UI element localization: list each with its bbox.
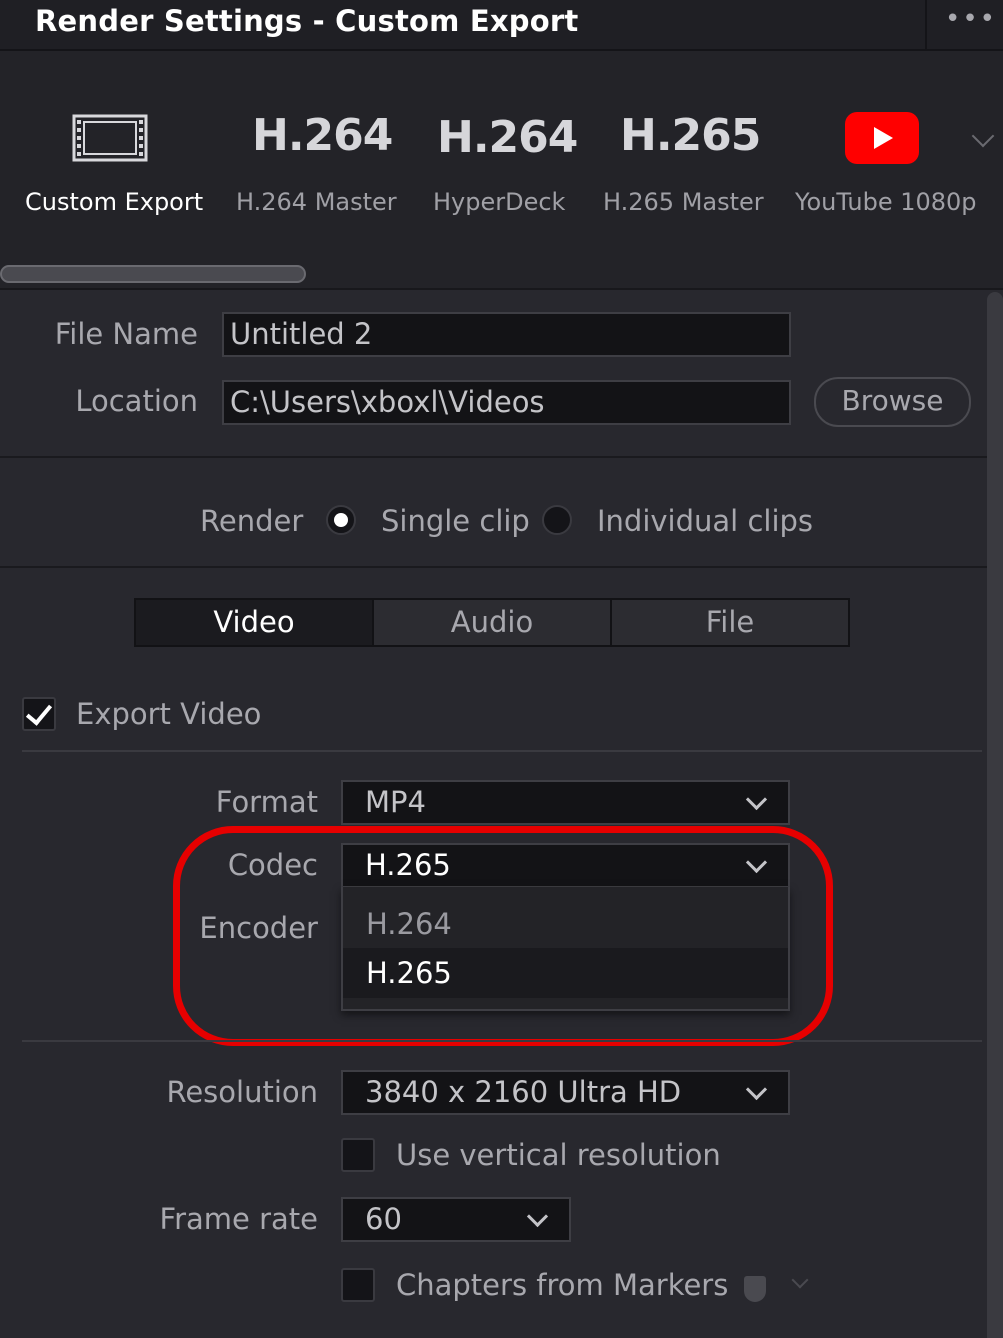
preset-label: H.265 Master [603,188,764,216]
more-icon[interactable]: ••• [945,4,997,34]
chevron-down-icon [745,1078,768,1101]
chevron-down-icon[interactable] [791,1271,809,1289]
chevron-down-icon [526,1205,549,1228]
file-name-input[interactable]: Untitled 2 [222,312,791,357]
divider [22,750,982,752]
format-select[interactable]: MP4 [341,780,790,825]
file-name-label: File Name [54,317,198,351]
single-clip-label[interactable]: Single clip [381,504,530,538]
vertical-scrollbar[interactable] [987,292,1003,1338]
export-video-checkbox[interactable] [22,697,56,731]
film-strip-icon [72,114,148,162]
divider [0,456,987,458]
resolution-value: 3840 x 2160 Ultra HD [365,1075,682,1109]
window-title: Render Settings - Custom Export [35,4,579,38]
preset-h264-master[interactable]: H.264 H.264 Master [228,100,398,230]
format-label: Format [215,785,318,819]
tab-file[interactable]: File [612,600,848,645]
preset-label: HyperDeck [433,188,566,216]
render-label: Render [200,504,304,538]
chevron-down-icon [745,788,768,811]
tab-video[interactable]: Video [136,600,374,645]
preset-label: Custom Export [25,188,204,216]
preset-scrollbar[interactable] [0,265,306,283]
single-clip-radio[interactable] [326,505,356,535]
export-video-label: Export Video [76,697,262,731]
h264-codec-icon: H.264 [252,110,393,161]
frame-rate-value: 60 [365,1202,402,1236]
h264-codec-icon: H.264 [437,112,578,163]
title-divider [925,0,927,49]
tab-audio[interactable]: Audio [374,600,612,645]
chapters-label: Chapters from Markers [396,1268,729,1302]
vertical-resolution-checkbox[interactable] [341,1138,375,1172]
marker-icon[interactable] [744,1276,766,1302]
preset-youtube-1080p[interactable]: YouTube 1080p [790,100,980,230]
divider [22,1040,982,1042]
preset-label: H.264 Master [236,188,397,216]
frame-rate-label: Frame rate [159,1202,318,1236]
location-label: Location [75,384,198,418]
chapters-checkbox[interactable] [341,1268,375,1302]
preset-label: YouTube 1080p [795,188,977,216]
vertical-resolution-label: Use vertical resolution [396,1138,721,1172]
resolution-select[interactable]: 3840 x 2160 Ultra HD [341,1070,790,1115]
browse-button[interactable]: Browse [814,377,971,427]
resolution-label: Resolution [166,1075,318,1109]
preset-hyperdeck[interactable]: H.264 HyperDeck [420,100,580,230]
individual-clips-radio[interactable] [542,505,572,535]
divider [0,566,987,568]
format-value: MP4 [365,785,426,819]
h265-codec-icon: H.265 [620,110,761,161]
frame-rate-select[interactable]: 60 [341,1197,571,1242]
location-input[interactable]: C:\Users\xboxl\Videos [222,380,791,425]
highlight-annotation [173,826,833,1046]
preset-custom-export[interactable]: Custom Export [10,100,210,230]
youtube-icon [845,112,919,164]
individual-clips-label[interactable]: Individual clips [597,504,813,538]
preset-h265-master[interactable]: H.265 H.265 Master [595,100,765,230]
checkmark-icon [25,698,53,726]
settings-tabs: Video Audio File [134,598,850,647]
